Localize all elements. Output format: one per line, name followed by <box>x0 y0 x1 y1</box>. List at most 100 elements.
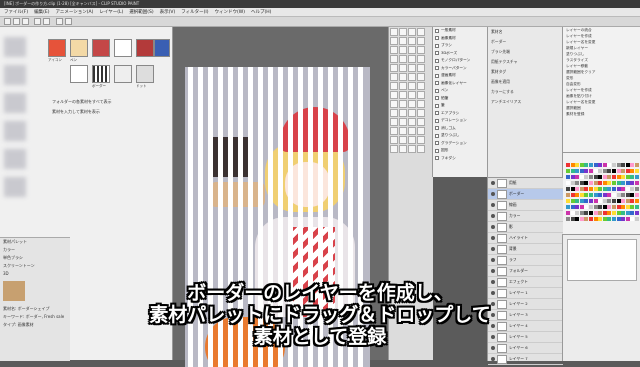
tool-button[interactable] <box>390 28 398 36</box>
tool-button[interactable] <box>408 91 416 99</box>
eye-icon[interactable] <box>491 225 495 229</box>
color-swatch[interactable] <box>612 217 616 221</box>
color-swatch[interactable] <box>612 205 616 209</box>
color-swatch[interactable] <box>602 211 607 215</box>
checkbox[interactable] <box>435 141 439 146</box>
color-swatch[interactable] <box>579 193 584 197</box>
color-swatch[interactable] <box>630 187 635 191</box>
redo-icon[interactable] <box>43 18 50 25</box>
color-swatch[interactable] <box>616 187 621 191</box>
save-icon[interactable] <box>22 18 29 25</box>
tool-button[interactable] <box>417 37 425 45</box>
color-swatch[interactable] <box>598 187 603 191</box>
menu-layer[interactable]: レイヤー(L) <box>99 9 123 15</box>
layer-row[interactable]: フォルダー <box>488 266 563 277</box>
tool-button[interactable] <box>399 55 407 63</box>
checkbox[interactable] <box>435 126 439 131</box>
subtool-item[interactable]: モノクロパターン <box>433 57 488 65</box>
search-note[interactable]: 素材を入力して素材を表示 <box>52 109 100 115</box>
tool-button[interactable] <box>390 145 398 153</box>
subtool-item[interactable]: デコレーション <box>433 117 488 125</box>
color-swatch[interactable] <box>612 169 616 173</box>
tool-button[interactable] <box>390 91 398 99</box>
subtool-item[interactable]: フキダシ <box>433 155 488 163</box>
color-swatch[interactable] <box>625 211 630 215</box>
color-swatch[interactable] <box>602 169 607 173</box>
tree-item[interactable]: 素材パレット <box>0 238 70 246</box>
color-swatch[interactable] <box>607 169 612 173</box>
color-swatch[interactable] <box>584 199 589 203</box>
material-thumb[interactable] <box>114 65 132 83</box>
checkbox[interactable] <box>435 28 439 33</box>
color-swatch[interactable] <box>635 175 639 179</box>
color-swatch[interactable] <box>607 211 612 215</box>
tool-button[interactable] <box>399 37 407 45</box>
color-swatch[interactable] <box>621 187 626 191</box>
checkbox[interactable] <box>435 58 439 63</box>
color-swatch[interactable] <box>589 193 593 197</box>
property-row[interactable]: 画像を適用 <box>488 77 563 87</box>
color-swatch[interactable] <box>589 199 593 203</box>
checkbox[interactable] <box>435 148 439 153</box>
color-swatch[interactable] <box>584 187 589 191</box>
checkbox[interactable] <box>435 103 439 108</box>
tree-item[interactable]: スクリーントーン <box>0 262 70 270</box>
checkbox[interactable] <box>435 36 439 41</box>
color-swatch[interactable] <box>575 217 580 221</box>
color-swatch[interactable] <box>616 181 621 185</box>
tool-button[interactable] <box>408 118 416 126</box>
color-swatch[interactable] <box>612 175 616 179</box>
tool-button[interactable] <box>417 136 425 144</box>
tool-button[interactable] <box>417 127 425 135</box>
color-swatch[interactable] <box>625 187 630 191</box>
tool-button[interactable] <box>390 118 398 126</box>
eye-icon[interactable] <box>491 258 495 262</box>
color-swatch[interactable] <box>593 175 598 179</box>
color-swatch[interactable] <box>602 199 607 203</box>
eye-icon[interactable] <box>491 357 495 361</box>
color-swatch[interactable] <box>630 181 635 185</box>
color-swatch[interactable] <box>635 211 639 215</box>
color-swatch[interactable] <box>630 169 635 173</box>
color-swatch[interactable] <box>607 205 612 209</box>
color-swatch[interactable] <box>625 217 630 221</box>
color-swatch[interactable] <box>635 163 639 167</box>
color-swatch[interactable] <box>612 187 616 191</box>
tool-button[interactable] <box>390 73 398 81</box>
color-swatch[interactable] <box>616 193 621 197</box>
material-thumb[interactable] <box>136 39 154 57</box>
color-swatch[interactable] <box>566 181 570 185</box>
color-swatch[interactable] <box>579 169 584 173</box>
color-swatch[interactable] <box>584 163 589 167</box>
tool-button[interactable] <box>408 136 416 144</box>
color-swatch[interactable] <box>589 205 593 209</box>
tool-button[interactable] <box>390 136 398 144</box>
tool-button[interactable] <box>399 127 407 135</box>
color-swatch[interactable] <box>630 199 635 203</box>
color-swatch[interactable] <box>566 211 570 215</box>
color-swatch[interactable] <box>625 205 630 209</box>
property-row[interactable]: アンチエイリアス <box>488 97 563 107</box>
tool-button[interactable] <box>399 73 407 81</box>
tool-button[interactable] <box>408 145 416 153</box>
color-swatch[interactable] <box>635 169 639 173</box>
color-swatch[interactable] <box>593 205 598 209</box>
property-row[interactable]: 用紙テクスチャ <box>488 57 563 67</box>
color-swatch[interactable] <box>602 205 607 209</box>
color-swatch[interactable] <box>612 193 616 197</box>
color-swatch[interactable] <box>598 205 603 209</box>
tool-button[interactable] <box>399 100 407 108</box>
tool-button[interactable] <box>417 55 425 63</box>
new-file-icon[interactable] <box>4 18 11 25</box>
color-swatch[interactable] <box>616 199 621 203</box>
subtool-item[interactable]: 画像化レイヤー <box>433 80 488 88</box>
color-swatch[interactable] <box>625 163 630 167</box>
subtool-item[interactable]: ペン <box>433 87 488 95</box>
material-thumb[interactable] <box>92 65 110 83</box>
tool-button[interactable] <box>399 28 407 36</box>
tree-item[interactable]: カラー <box>0 246 70 254</box>
color-swatch[interactable] <box>612 211 616 215</box>
color-swatch[interactable] <box>579 187 584 191</box>
color-swatch[interactable] <box>630 205 635 209</box>
color-swatch[interactable] <box>566 169 570 173</box>
